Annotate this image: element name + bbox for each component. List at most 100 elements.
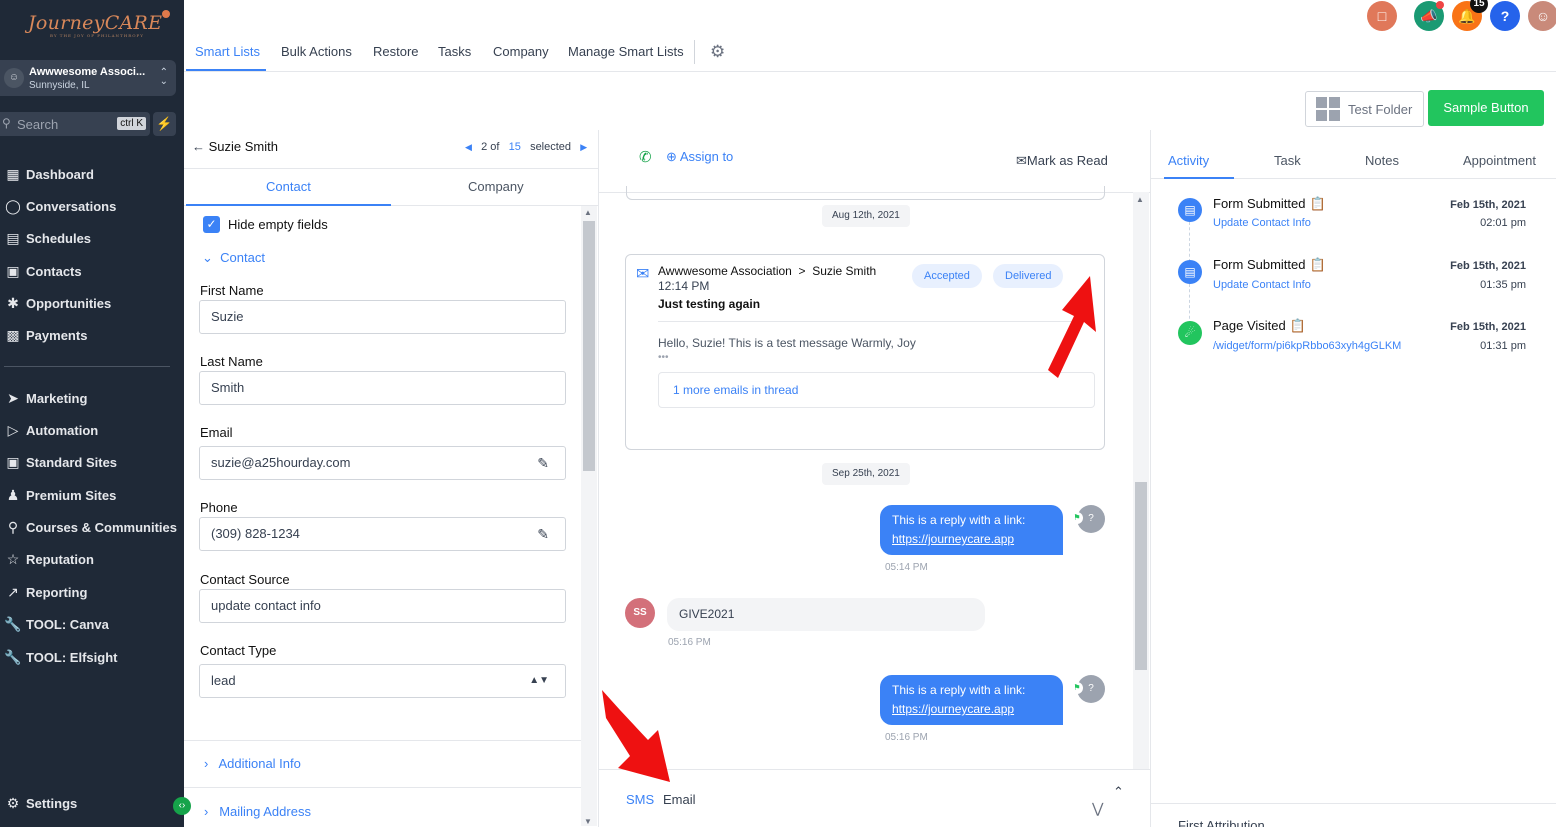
next-record-icon[interactable]: ▶ [580,142,587,152]
hide-empty-checkbox[interactable]: ✓ [203,216,220,233]
sidebar-item-premium-sites[interactable]: ♟ Premium Sites [0,483,117,507]
activity-link[interactable]: Update Contact Info [1213,217,1311,229]
activity-link[interactable]: Update Contact Info [1213,279,1311,291]
section-label: Contact [220,250,265,265]
sidebar-item-contacts[interactable]: ▣ Contacts [0,259,81,283]
tab-notes[interactable]: Notes [1365,153,1399,168]
avatar[interactable]: ☺ [1528,1,1556,31]
activity-link[interactable]: /widget/form/pi6kpRbbo63xyh4gGLKM [1213,340,1401,352]
sidebar-item-reputation[interactable]: ☆ Reputation [0,547,94,571]
sidebar-item-reporting[interactable]: ↗ Reporting [0,580,87,604]
sidebar-item-tool-canva[interactable]: 🔧 TOOL: Canva [0,612,109,636]
tab-contact[interactable]: Contact [266,179,311,194]
scroll-up-icon: ▲ [584,208,592,217]
collapse-sidebar-button[interactable]: ‹› [173,797,191,815]
divider [598,769,1150,770]
first-attribution-heading: First Attribution [1178,818,1265,827]
more-emails-link[interactable]: 1 more emails in thread [658,372,1095,408]
first-name-label: First Name [200,283,264,298]
sidebar-item-opportunities[interactable]: ✱ Opportunities [0,291,111,315]
sidebar-item-label: TOOL: Canva [26,616,109,632]
scrollbar-thumb[interactable] [1135,482,1147,670]
automation-icon: ▷ [7,421,19,438]
double-chevron-down-icon[interactable]: ⋁ [1092,800,1103,817]
active-tab-indicator [186,69,266,71]
prev-record-icon[interactable]: ◀ [465,142,472,152]
tab-company[interactable]: Company [493,44,549,59]
contact-panel-scrollbar[interactable]: ▲ ▼ [581,206,597,826]
activity-time: 02:01 pm [1480,217,1526,229]
avatar: SS [625,598,655,628]
chat-support-icon[interactable]: □ [1367,1,1397,31]
clipboard-icon: 📋 [1289,318,1306,333]
tab-task[interactable]: Task [1274,153,1301,168]
chevron-up-icon[interactable]: ⌃ [1113,784,1124,800]
tab-bulk-actions[interactable]: Bulk Actions [281,44,352,59]
quick-action-bolt-icon[interactable]: ⚡ [153,112,176,136]
logo-text: JourneyCARE [28,12,163,34]
folder-grid-icon [1316,97,1340,121]
sidebar-item-marketing[interactable]: ➤ Marketing [0,386,87,410]
contact-source-field[interactable]: update contact info [199,589,566,623]
sample-button[interactable]: Sample Button [1428,90,1544,126]
conversation-scrollbar[interactable]: ▲ [1133,192,1149,769]
contact-source-value: update contact info [211,598,321,613]
phone-field[interactable]: (309) 828-1234 ✎ [199,517,566,551]
first-name-field[interactable]: Suzie [199,300,566,334]
account-switcher[interactable]: ☺ Awwwesome Associ... Sunnyside, IL ⌃ ⌄ [0,60,176,96]
contact-type-select[interactable]: lead ▲▼ [199,664,566,698]
contact-section-toggle[interactable]: ⌄ Contact [202,250,265,266]
edit-pencil-icon[interactable]: ✎ [537,518,549,550]
tab-restore[interactable]: Restore [373,44,419,59]
select-updown-icon: ▲▼ [529,675,549,686]
sidebar-item-courses[interactable]: ⚲ Courses & Communities [0,515,177,539]
tab-smart-lists[interactable]: Smart Lists [195,44,260,59]
message-text: This is a reply with a link: [892,513,1026,527]
sidebar-item-dashboard[interactable]: ▦ Dashboard [0,162,94,186]
sidebar-item-schedules[interactable]: ▤ Schedules [0,226,91,250]
record-selected-label: selected [530,141,572,153]
sidebar-item-settings[interactable]: ⚙ Settings [0,791,78,815]
edit-pencil-icon[interactable]: ✎ [537,447,549,479]
last-name-field[interactable]: Smith [199,371,566,405]
tab-activity[interactable]: Activity [1168,153,1209,168]
sidebar-item-payments[interactable]: ▩ Payments [0,323,87,347]
outgoing-message: This is a reply with a link: https://jou… [880,675,1063,725]
bell-icon[interactable]: 🔔 15 [1452,0,1488,31]
assign-to-button[interactable]: ⊕ Assign to [666,149,733,165]
mark-as-read-button[interactable]: ✉Mark as Read [1016,153,1108,169]
gear-icon[interactable]: ⚙ [710,42,725,62]
help-icon[interactable]: ? [1490,1,1520,31]
sidebar-item-standard-sites[interactable]: ▣ Standard Sites [0,450,117,474]
record-total[interactable]: 15 [509,141,521,153]
sidebar-item-label: Reporting [26,584,88,600]
tab-tasks[interactable]: Tasks [438,44,471,59]
date-divider: Sep 25th, 2021 [822,463,910,485]
sms-channel-tab[interactable]: SMS [626,792,654,807]
additional-info-accordion[interactable]: › Additional Info [204,756,301,771]
app-logo[interactable]: JourneyCARE BY THE JOY OF PHILANTHROPY [28,10,171,38]
message-text: This is a reply with a link: [892,683,1026,697]
sidebar-item-tool-elfsight[interactable]: 🔧 TOOL: Elfsight [0,645,117,669]
back-to-list[interactable]: ← Suzie Smith [192,139,278,154]
email-field[interactable]: suzie@a25hourday.com ✎ [199,446,566,480]
email-expand-dots[interactable]: ••• [658,352,669,363]
message-link[interactable]: https://journeycare.app [892,702,1014,716]
sidebar-item-conversations[interactable]: ◯ Conversations [0,194,116,218]
sidebar-item-label: Payments [26,327,88,343]
phone-icon[interactable]: ✆ [639,148,652,166]
email-channel-tab[interactable]: Email [663,792,696,807]
message-link[interactable]: https://journeycare.app [892,532,1014,546]
tab-manage-smart-lists[interactable]: Manage Smart Lists [568,44,684,59]
scrollbar-thumb[interactable] [583,221,595,471]
phone-value: (309) 828-1234 [211,526,300,541]
tab-appointment[interactable]: Appointment [1463,153,1536,168]
mailing-address-accordion[interactable]: › Mailing Address [204,804,311,819]
announcement-icon[interactable]: 📣 [1414,1,1444,31]
search-input[interactable]: ⚲ Search ctrl K [0,112,150,136]
sidebar-item-automation[interactable]: ▷ Automation [0,418,99,442]
test-folder-button[interactable]: Test Folder [1305,91,1424,127]
tab-divider [694,40,695,64]
tab-company-details[interactable]: Company [468,179,524,194]
divider [184,740,581,741]
